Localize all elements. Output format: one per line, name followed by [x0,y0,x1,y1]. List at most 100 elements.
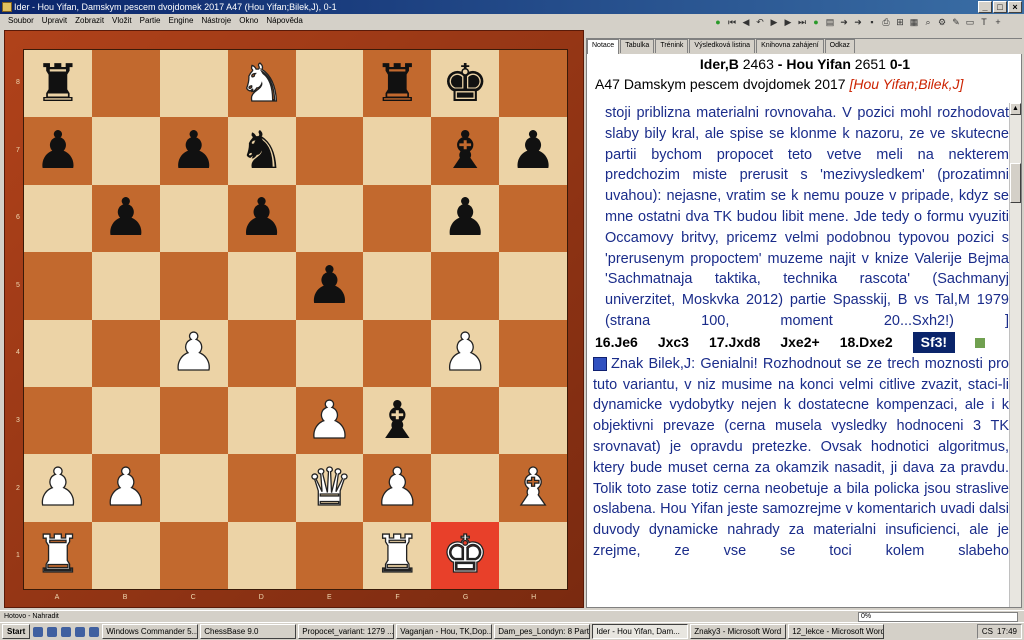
square-f5[interactable] [363,252,432,320]
square-g7[interactable]: ♝ [431,117,500,185]
square-h5[interactable] [499,252,567,320]
square-c1[interactable] [159,521,228,589]
menu-engine[interactable]: Engine [169,14,194,28]
black-bishop-icon[interactable]: ♝ [442,125,489,177]
square-g6[interactable]: ♟ [431,184,500,253]
square-e4[interactable] [295,319,364,387]
square-b1[interactable] [91,521,160,589]
tab-trenink[interactable]: Trénink [655,39,689,53]
square-b6[interactable]: ♟ [91,184,160,253]
black-king-icon[interactable]: ♚ [442,58,489,110]
taskbar-button[interactable]: 12_lekce - Microsoft Word [788,624,885,639]
square-f1[interactable]: ♜ [363,521,432,589]
square-e5[interactable]: ♟ [295,252,364,320]
square-d7[interactable]: ♞ [227,117,296,185]
taskbar-button[interactable]: ChessBase 9.0 [200,624,297,639]
arrow-icon[interactable]: ➜ [852,16,864,28]
white-bishop-icon[interactable]: ♝ [509,461,557,514]
square-b7[interactable] [91,117,160,185]
black-pawn-icon[interactable]: ♟ [103,192,150,244]
square-e8[interactable] [295,50,364,118]
menu-zobrazit[interactable]: Zobrazit [75,14,104,28]
square-g2[interactable] [431,454,500,522]
move[interactable]: Jxe2+ [780,332,819,353]
square-e6[interactable] [295,184,364,253]
square-e1[interactable] [295,521,364,589]
square-f8[interactable]: ♜ [363,50,432,118]
white-pawn-icon[interactable]: ♟ [373,461,421,514]
square-c6[interactable] [159,184,228,253]
white-queen-icon[interactable]: ♛ [305,461,353,514]
square-c8[interactable] [159,50,228,118]
square-a7[interactable]: ♟ [24,117,92,185]
square-g5[interactable] [431,252,500,320]
black-pawn-icon[interactable]: ♟ [35,125,82,177]
clipboard-icon[interactable]: ▭ [964,16,976,28]
menu-upravit[interactable]: Upravit [42,14,67,28]
save-icon[interactable]: ▪ [866,16,878,28]
language-indicator[interactable]: CS [982,625,993,638]
prev-icon[interactable]: ◀ [740,16,752,28]
first-icon[interactable]: ⏮ [726,16,738,28]
taskbar-button[interactable]: Propocet_variant: 1279 ... [298,624,395,639]
square-a5[interactable] [24,252,92,320]
square-e7[interactable] [295,117,364,185]
white-pawn-icon[interactable]: ♟ [102,461,150,514]
plus-icon[interactable]: + [992,16,1004,28]
square-a1[interactable]: ♜ [24,521,92,589]
square-g1[interactable]: ♚ [431,521,500,589]
square-c5[interactable] [159,252,228,320]
taskbar-button[interactable]: Dam_pes_Londyn: 8 Partie [494,624,591,639]
square-c4[interactable]: ♟ [159,319,228,387]
square-e3[interactable]: ♟ [295,386,364,455]
black-pawn-icon[interactable]: ♟ [306,260,353,312]
tab-knihovna-zahajeni[interactable]: Knihovna zahájení [756,39,824,53]
square-d8[interactable]: ♞ [227,50,296,118]
quicklaunch-icon[interactable] [89,626,100,637]
tab-notace[interactable]: Notace [587,39,620,54]
taskbar-button[interactable]: Ider - Hou Yifan, Dam... [592,624,689,639]
square-a4[interactable] [24,319,92,387]
square-b3[interactable] [91,386,160,455]
play-icon[interactable]: ▶ [768,16,780,28]
white-pawn-icon[interactable]: ♟ [305,394,353,447]
square-d1[interactable] [227,521,296,589]
square-a3[interactable] [24,386,92,455]
square-h1[interactable] [499,521,567,589]
square-a6[interactable] [24,184,92,253]
white-rook-icon[interactable]: ♜ [34,529,82,582]
square-h3[interactable] [499,386,567,455]
arrow-icon[interactable]: ➜ [838,16,850,28]
square-c7[interactable]: ♟ [159,117,228,185]
find-icon[interactable]: ⌕ [922,16,934,28]
print-icon[interactable]: ⎙ [880,16,892,28]
square-f2[interactable]: ♟ [363,454,432,522]
next-icon[interactable]: ▶ [782,16,794,28]
square-b2[interactable]: ♟ [91,454,160,522]
black-rook-icon[interactable]: ♜ [35,58,82,110]
menu-napoveda[interactable]: Nápověda [266,14,302,28]
chessboard[interactable]: ♜ ♞ ♜ ♚ ♟ ♟ ♞ ♝ ♟ ♟ ♟ ♟ ♟ ♟ ♟ ♟ ♝ ♟ ♟ ♛ ♟ ♝ ♜ ♜ ♚ [23,49,568,590]
black-bishop-icon[interactable]: ♝ [374,395,421,447]
black-rook-icon[interactable]: ♜ [374,58,421,110]
move[interactable]: 17.Jxd8 [709,332,760,353]
square-d2[interactable] [227,454,296,522]
move[interactable]: Jxc3 [658,332,689,353]
quicklaunch-icon[interactable] [33,626,44,637]
tab-tabulka[interactable]: Tabulka [620,39,655,53]
white-king-icon[interactable]: ♚ [441,529,489,582]
white-pawn-icon[interactable]: ♟ [170,327,218,380]
notation-text[interactable]: stoji priblizna materialni rovnovaha. V … [593,103,1009,609]
square-d4[interactable] [227,319,296,387]
white-pawn-icon[interactable]: ♟ [34,461,82,514]
tree-icon[interactable]: ⊞ [894,16,906,28]
start-button[interactable]: Start [2,624,31,639]
black-pawn-icon[interactable]: ♟ [170,125,217,177]
square-a2[interactable]: ♟ [24,454,92,522]
black-pawn-icon[interactable]: ♟ [510,125,557,177]
quicklaunch-icon[interactable] [75,626,86,637]
doc-icon[interactable]: ▤ [824,16,836,28]
text-icon[interactable]: T [978,16,990,28]
maximize-button[interactable]: □ [993,1,1007,13]
scroll-up-icon[interactable]: ▲ [1010,103,1021,115]
